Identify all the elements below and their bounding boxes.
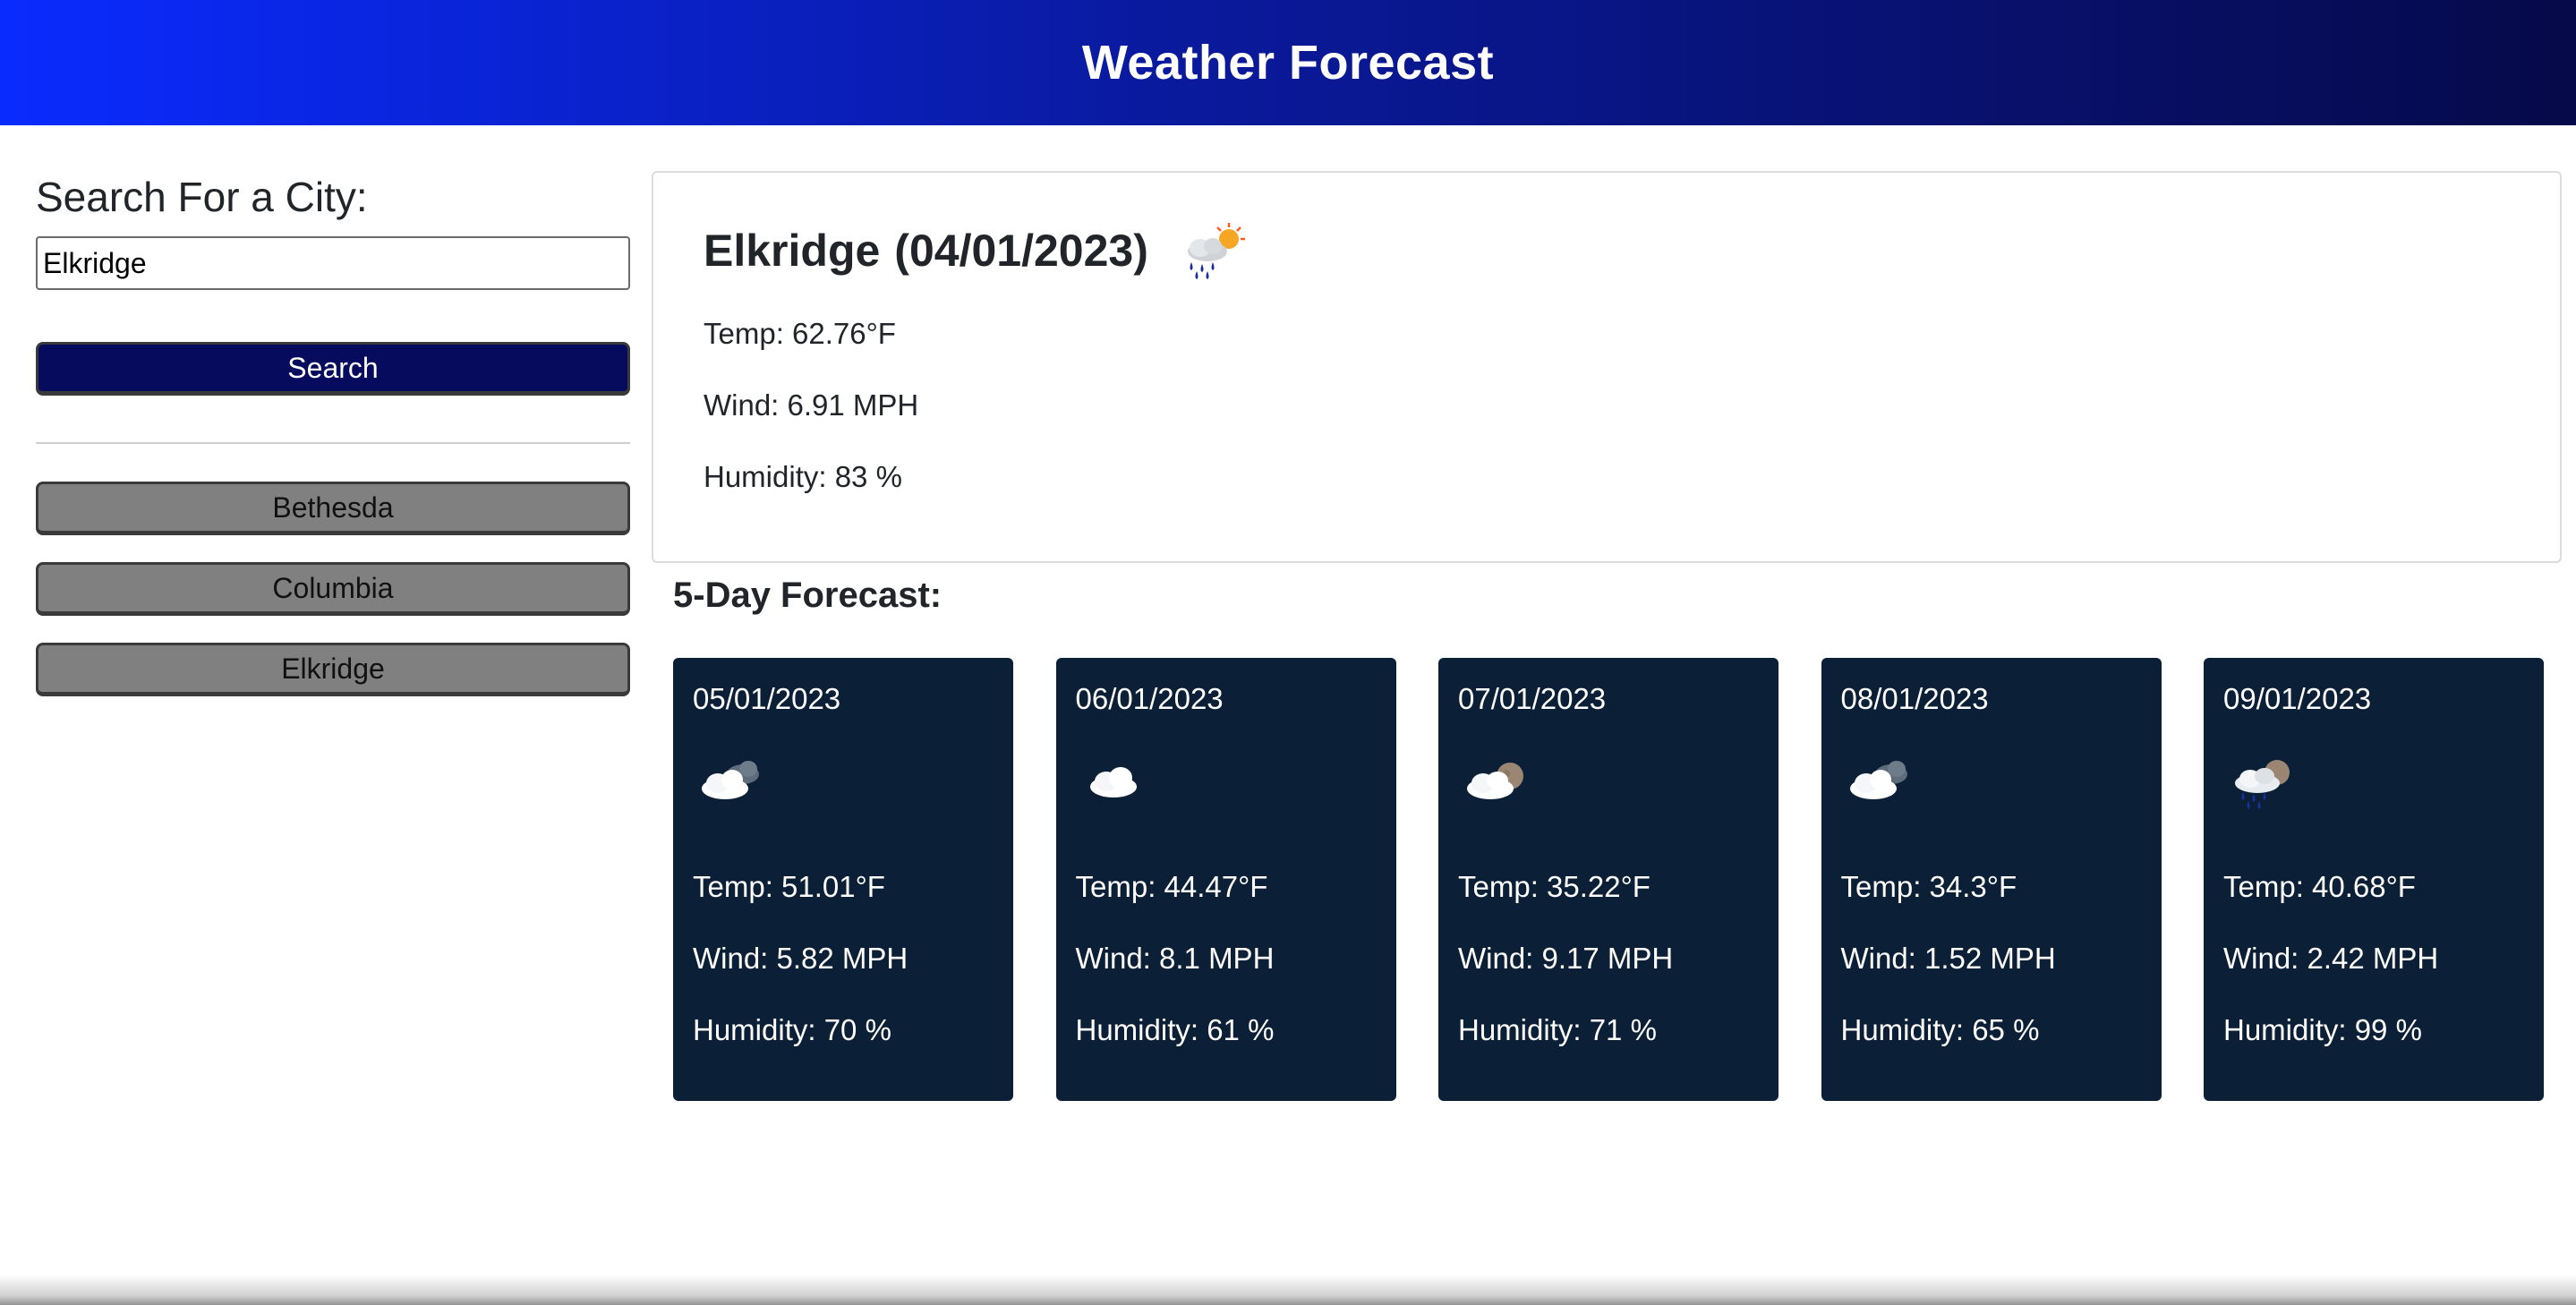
forecast-wind: Wind: 2.42 MPH [2223, 942, 2439, 975]
forecast-card: 06/01/2023 Temp: 44.47°F Wind: 8.1 MPH H… [1055, 658, 1396, 1101]
sidebar-divider [36, 442, 630, 444]
forecast-wind: Wind: 8.1 MPH [1075, 942, 1275, 975]
current-date: (04/01/2023) [894, 226, 1148, 276]
current-wind: Wind: 6.91 MPH [704, 388, 919, 422]
history-button-columbia[interactable]: Columbia [36, 562, 630, 616]
window-bottom-shadow [0, 1275, 2576, 1305]
forecast-temp: Temp: 51.01°F [693, 870, 885, 903]
forecast-card: 07/01/2023 Temp: 35.22°F Wind: 9.17 MPH … [1438, 658, 1778, 1101]
forecast-humidity: Humidity: 71 % [1458, 1013, 1657, 1046]
forecast-temp: Temp: 34.3°F [1840, 870, 2017, 903]
current-city: Elkridge [704, 226, 881, 276]
forecast-date: 08/01/2023 [1840, 682, 1989, 715]
forecast-cards: 05/01/2023 Temp: 51.01°F Wind: 5.82 MPH … [673, 658, 2544, 1101]
forecast-wind: Wind: 9.17 MPH [1458, 942, 1674, 975]
forecast-temp: Temp: 44.47°F [1075, 870, 1268, 903]
forecast-humidity: Humidity: 70 % [693, 1013, 891, 1046]
forecast-date: 06/01/2023 [1075, 682, 1224, 715]
search-history-list: Bethesda Columbia Elkridge [36, 482, 630, 696]
search-heading: Search For a City: [36, 174, 368, 220]
forecast-temp: Temp: 40.68°F [2223, 870, 2416, 903]
forecast-date: 05/01/2023 [693, 682, 841, 715]
current-weather-title: Elkridge (04/01/2023) [704, 219, 1247, 282]
forecast-card: 05/01/2023 Temp: 51.01°F Wind: 5.82 MPH … [673, 658, 1013, 1101]
forecast-date: 09/01/2023 [2223, 682, 2372, 715]
cloud-dark-cloud-icon [1849, 761, 1907, 799]
forecast-wind: Wind: 5.82 MPH [693, 942, 908, 975]
history-button-bethesda[interactable]: Bethesda [36, 482, 630, 535]
city-search-input[interactable] [36, 236, 630, 290]
current-temp: Temp: 62.76°F [704, 317, 896, 350]
rain-moon-icon [2235, 760, 2290, 809]
forecast-date: 07/01/2023 [1458, 682, 1607, 715]
current-weather-card: Elkridge (04/01/2023) Temp: 62.76°F Wind… [652, 171, 2562, 563]
page-title: Weather Forecast [1081, 36, 1495, 90]
forecast-humidity: Humidity: 99 % [2223, 1013, 2422, 1046]
forecast-wind: Wind: 1.52 MPH [1840, 942, 2056, 975]
forecast-heading: 5-Day Forecast: [673, 576, 943, 615]
rain-sun-icon [1187, 223, 1245, 279]
forecast-card: 08/01/2023 Temp: 34.3°F Wind: 1.52 MPH H… [1821, 658, 2162, 1101]
cloud-icon [1089, 767, 1137, 798]
cloud-moon-icon [1467, 763, 1523, 799]
page-header: Weather Forecast [0, 0, 2576, 125]
forecast-card: 09/01/2023 Temp: 40.68°F Wind: 2.42 MPH … [2204, 658, 2544, 1101]
search-sidebar: Search For a City: Search Bethesda Colum… [36, 170, 630, 696]
forecast-temp: Temp: 35.22°F [1458, 870, 1651, 903]
cloud-dark-cloud-icon [702, 761, 759, 799]
forecast-humidity: Humidity: 61 % [1075, 1013, 1275, 1046]
history-button-elkridge[interactable]: Elkridge [36, 643, 630, 696]
current-humidity: Humidity: 83 % [704, 460, 902, 493]
search-button[interactable]: Search [36, 342, 630, 396]
current-stats: Temp: 62.76°F Wind: 6.91 MPH Humidity: 8… [704, 316, 918, 531]
forecast-humidity: Humidity: 65 % [1840, 1013, 2040, 1046]
